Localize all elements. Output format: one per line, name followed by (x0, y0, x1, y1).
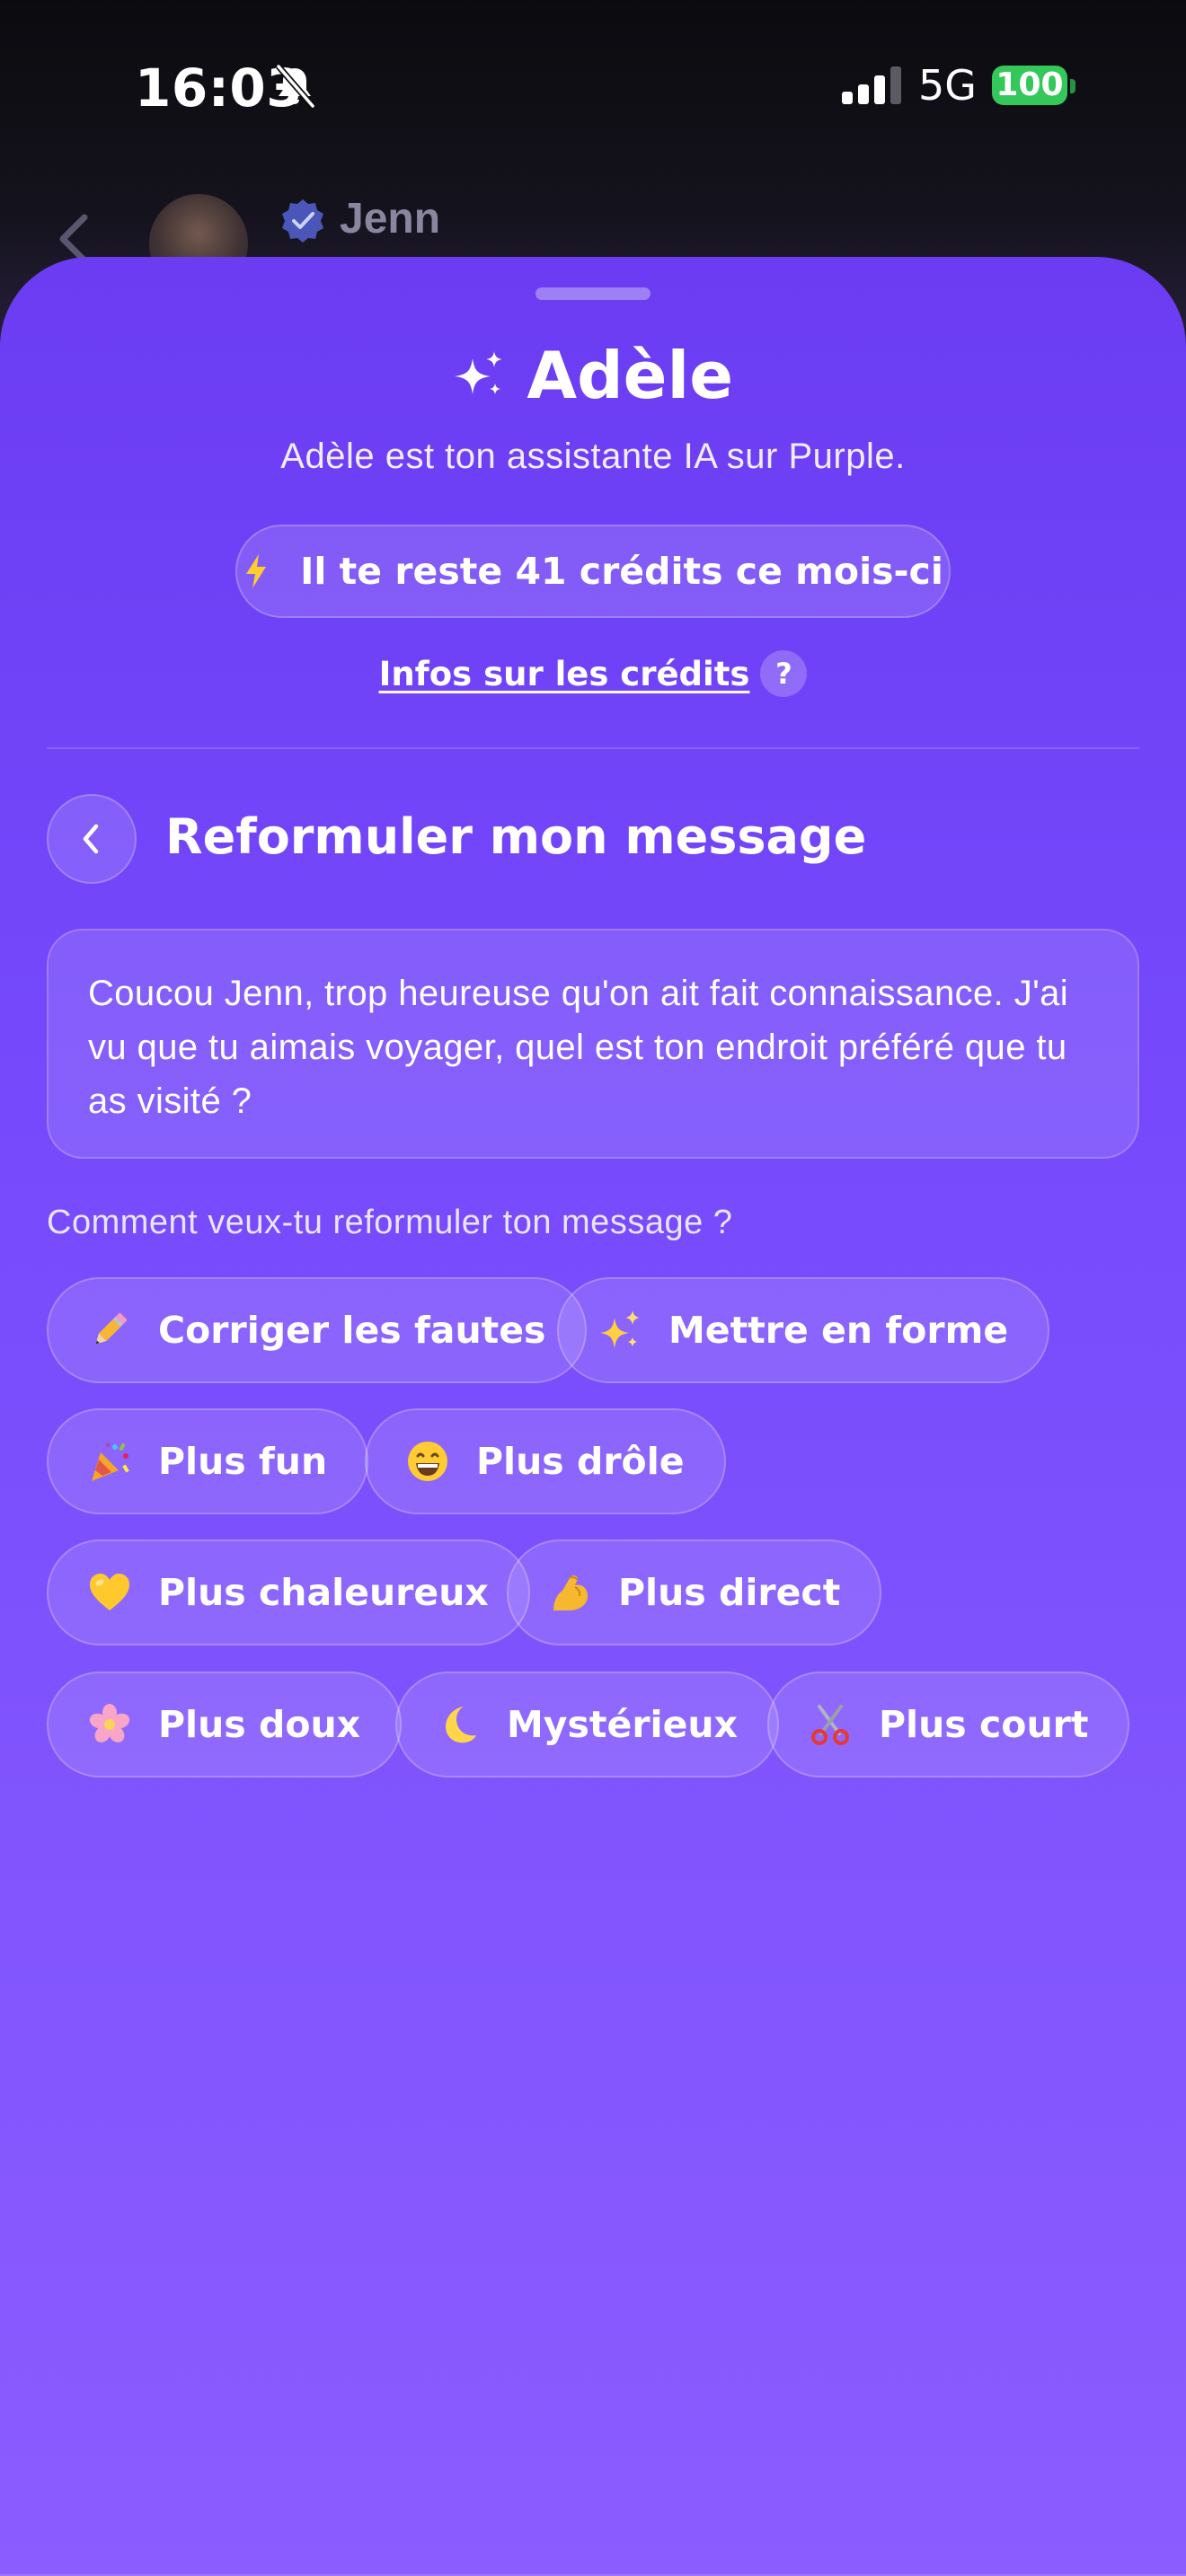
option-label: Plus chaleureux (158, 1571, 489, 1614)
credits-info-row: Infos sur les crédits ? (0, 650, 1186, 697)
scissors-icon (811, 1705, 849, 1745)
section-title: Reformuler mon message (165, 808, 867, 865)
option-label: Corriger les fautes (158, 1309, 546, 1352)
option-funnier-button[interactable]: Plus drôle (365, 1408, 726, 1514)
divider (47, 747, 1139, 749)
option-label: Plus court (879, 1703, 1089, 1746)
sheet-drag-handle[interactable] (535, 287, 651, 300)
option-more-fun-button[interactable]: Plus fun (47, 1408, 369, 1514)
option-format-button[interactable]: Mettre en forme (557, 1277, 1050, 1383)
option-label: Plus fun (158, 1440, 328, 1483)
rephrase-prompt: Comment veux-tu reformuler ton message ? (47, 1204, 733, 1241)
pencil-icon (95, 1313, 127, 1345)
option-shorter-button[interactable]: Plus court (767, 1672, 1130, 1778)
sparkles-icon (454, 351, 502, 394)
flexed-biceps-icon (553, 1575, 588, 1610)
option-label: Mettre en forme (668, 1309, 1009, 1352)
option-softer-button[interactable]: Plus doux (47, 1672, 403, 1778)
sheet-title: Adèle (527, 338, 734, 413)
credits-remaining-text: Il te reste 41 crédits ce mois-ci (300, 550, 943, 593)
party-popper-icon (92, 1442, 129, 1481)
option-more-direct-button[interactable]: Plus direct (507, 1539, 882, 1645)
yellow-heart-icon (90, 1574, 129, 1610)
cherry-blossom-icon (89, 1704, 130, 1742)
battery-indicator: 100 (992, 66, 1067, 105)
cellular-signal-icon (842, 66, 901, 104)
battery-nub (1070, 79, 1075, 93)
sheet-subtitle: Adèle est ton assistante IA sur Purple. (280, 437, 906, 476)
sparkles-icon (600, 1310, 640, 1348)
bell-slash-icon (276, 64, 315, 109)
chevron-left-icon (83, 824, 99, 854)
help-icon[interactable]: ? (760, 650, 808, 697)
option-label: Plus drôle (476, 1440, 685, 1483)
contact-name: Jenn (340, 195, 441, 243)
option-label: Plus direct (618, 1571, 841, 1614)
sheet-header: Adèle (0, 338, 1186, 413)
option-label: Plus doux (158, 1703, 361, 1746)
section-back-button[interactable] (47, 794, 137, 884)
credits-pill[interactable]: Il te reste 41 crédits ce mois-ci (235, 525, 951, 618)
grinning-face-icon (408, 1442, 447, 1481)
status-bar: 16:03 5G 100 (0, 0, 1186, 162)
crescent-moon-icon (446, 1707, 476, 1743)
network-type: 5G (918, 61, 977, 110)
option-label: Mystérieux (507, 1703, 739, 1746)
original-message-box: Coucou Jenn, trop heureuse qu'on ait fai… (47, 929, 1139, 1159)
option-mysterious-button[interactable]: Mystérieux (395, 1672, 780, 1778)
option-warmer-button[interactable]: Plus chaleureux (47, 1539, 530, 1645)
option-fix-typos-button[interactable]: Corriger les fautes (47, 1277, 588, 1383)
verified-badge-icon (282, 199, 323, 243)
lightning-icon (246, 554, 267, 588)
credits-info-link[interactable]: Infos sur les crédits (379, 655, 750, 693)
